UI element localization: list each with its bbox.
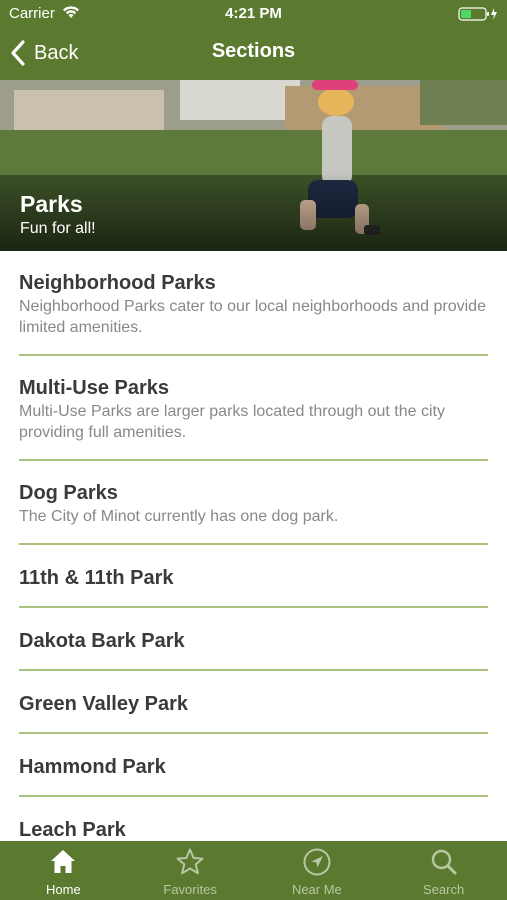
list-item-title: Multi-Use Parks	[19, 377, 170, 399]
list-item-multi-use-parks[interactable]: Multi-Use Parks Multi-Use Parks are larg…	[19, 356, 488, 461]
list-item-description: The City of Minot currently has one dog …	[19, 508, 339, 525]
battery-icon	[458, 7, 497, 21]
tab-favorites[interactable]: Favorites	[127, 841, 254, 900]
list-item-hammond-park[interactable]: Hammond Park	[19, 734, 488, 797]
nav-bar: Back Sections	[0, 28, 507, 80]
tab-search[interactable]: Search	[380, 841, 507, 900]
status-time: 4:21 PM	[225, 5, 282, 22]
top-bar: Carrier 4:21 PM Back Sections	[0, 0, 507, 80]
search-icon	[431, 849, 457, 875]
list-item-11th-and-11th-park[interactable]: 11th & 11th Park	[19, 545, 488, 608]
list-item-title: Green Valley Park	[19, 693, 189, 715]
list-item-title: Dog Parks	[19, 482, 118, 504]
tab-label: Search	[423, 882, 465, 897]
list-item-neighborhood-parks[interactable]: Neighborhood Parks Neighborhood Parks ca…	[19, 251, 488, 356]
list-item-leach-park[interactable]: Leach Park	[19, 797, 488, 841]
star-icon	[176, 848, 204, 875]
list-item-title: Leach Park	[19, 819, 126, 841]
list-item-title: Hammond Park	[19, 756, 166, 778]
tab-home[interactable]: Home	[0, 841, 127, 900]
tab-bar: Home Favorites Near Me Search	[0, 841, 507, 900]
list-item-green-valley-park[interactable]: Green Valley Park	[19, 671, 488, 734]
list-item-description: Multi-Use Parks are larger parks located…	[19, 403, 445, 441]
list-item-title: 11th & 11th Park	[19, 567, 174, 589]
list-item-title: Dakota Bark Park	[19, 630, 185, 652]
list-item-dakota-bark-park[interactable]: Dakota Bark Park	[19, 608, 488, 671]
hero-banner: Parks Fun for all!	[0, 80, 507, 251]
list-item-dog-parks[interactable]: Dog Parks The City of Minot currently ha…	[19, 461, 488, 545]
sections-list: Neighborhood Parks Neighborhood Parks ca…	[0, 251, 507, 841]
status-bar: Carrier 4:21 PM	[0, 0, 507, 28]
tab-label: Near Me	[291, 882, 342, 897]
hero-subtitle: Fun for all!	[20, 220, 96, 237]
location-arrow-icon	[303, 848, 331, 876]
hero-title: Parks	[20, 191, 83, 217]
tab-near-me[interactable]: Near Me	[254, 841, 381, 900]
list-item-description: Neighborhood Parks cater to our local ne…	[19, 298, 486, 336]
tab-label: Favorites	[163, 882, 217, 897]
list-item-title: Neighborhood Parks	[19, 272, 216, 294]
page-title: Sections	[211, 40, 296, 62]
tab-label: Home	[46, 882, 81, 897]
home-icon	[51, 850, 76, 873]
